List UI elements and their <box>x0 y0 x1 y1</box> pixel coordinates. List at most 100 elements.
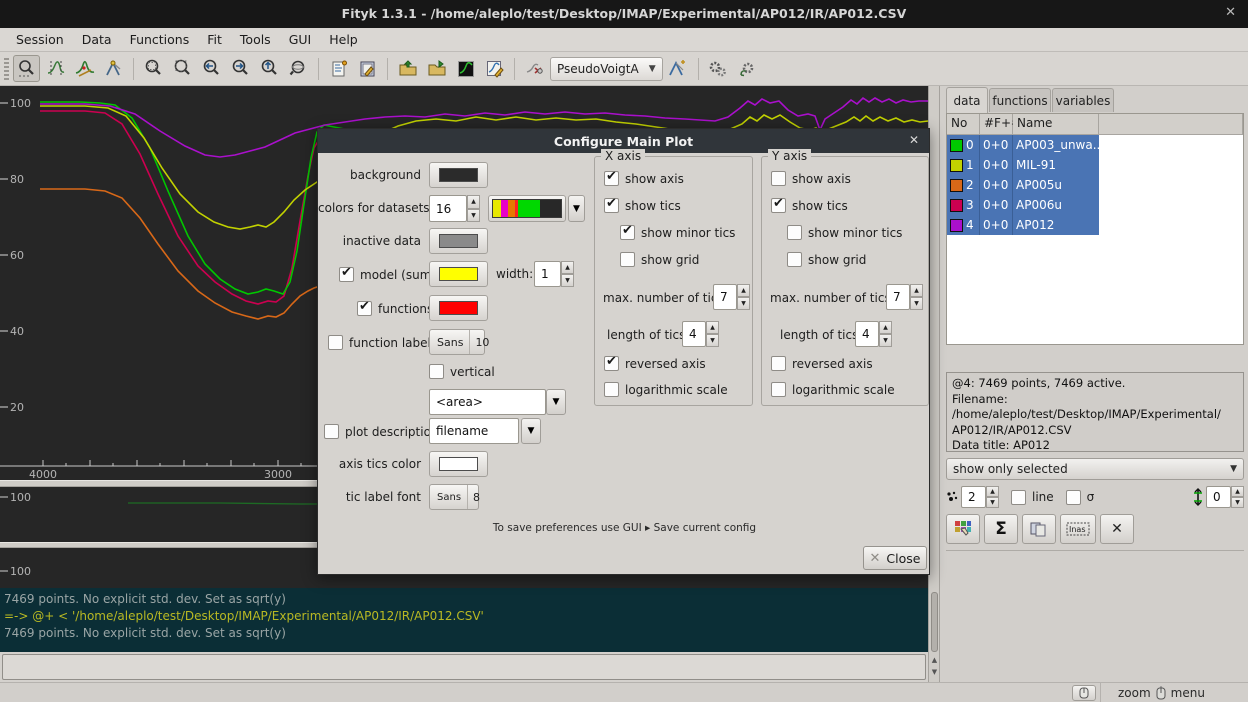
tic-label-font-button[interactable]: Sans 8 <box>429 484 479 510</box>
palette-preview-button[interactable] <box>488 195 566 222</box>
x-max-tics-spinner[interactable]: ▲▼ <box>737 284 750 310</box>
menu-functions[interactable]: Functions <box>122 29 198 50</box>
window-titlebar[interactable]: Fityk 1.3.1 - /home/aleplo/test/Desktop/… <box>0 0 1248 28</box>
zoom-mode-icon[interactable] <box>13 55 40 82</box>
data-transform-icon[interactable] <box>521 55 548 82</box>
x-reversed-checkbox[interactable] <box>604 356 619 371</box>
tab-variables[interactable]: variables <box>1052 88 1114 112</box>
open-session-icon[interactable] <box>394 55 421 82</box>
dialog-close-icon[interactable]: ✕ <box>909 133 919 147</box>
dataset-colors-button[interactable] <box>946 514 980 544</box>
zoom-all-icon[interactable] <box>285 55 312 82</box>
export-plot-icon[interactable] <box>481 55 508 82</box>
table-row[interactable]: 2 0+0 AP005u <box>947 175 1099 195</box>
dataset-color-chip[interactable] <box>950 219 963 232</box>
x-tic-length-spinner[interactable]: ▲▼ <box>706 321 719 347</box>
session-log-icon[interactable] <box>325 55 352 82</box>
tab-data[interactable]: data <box>946 87 988 113</box>
y-reversed-checkbox[interactable] <box>771 356 786 371</box>
menu-help[interactable]: Help <box>321 29 366 50</box>
point-size-spinner[interactable]: ▲▼ <box>986 486 999 508</box>
y-log-scale-checkbox[interactable] <box>771 382 786 397</box>
menu-session[interactable]: Session <box>8 29 72 50</box>
plot-description-dropdown-button[interactable]: ▼ <box>521 418 541 444</box>
plot-description-checkbox[interactable] <box>324 424 339 439</box>
scroll-up-icon[interactable]: ▲ <box>929 656 940 664</box>
function-labels-font-button[interactable]: Sans 10 <box>429 329 485 355</box>
menu-fit[interactable]: Fit <box>199 29 230 50</box>
plot-description-select[interactable]: filename <box>429 418 519 444</box>
model-width-spinner[interactable]: ▲▼ <box>561 261 574 287</box>
inactive-data-color-button[interactable] <box>429 228 488 254</box>
fit-run-icon[interactable] <box>705 55 732 82</box>
col-header-name[interactable]: Name <box>1013 114 1099 135</box>
dataset-colors-count-input[interactable]: 16 <box>429 195 467 222</box>
x-max-tics-input[interactable]: 7 <box>713 284 737 310</box>
add-point-mode-icon[interactable] <box>100 55 127 82</box>
zoom-prev-icon[interactable] <box>198 55 225 82</box>
data-range-mode-icon[interactable] <box>42 55 69 82</box>
tab-functions[interactable]: functions <box>989 88 1051 112</box>
y-tic-length-spinner[interactable]: ▲▼ <box>879 321 892 347</box>
col-header-no[interactable]: No <box>947 114 980 135</box>
model-color-button[interactable] <box>429 261 488 287</box>
model-sum-checkbox[interactable] <box>339 267 354 282</box>
functions-color-button[interactable] <box>429 295 488 321</box>
x-show-minor-tics-checkbox[interactable] <box>620 225 635 240</box>
x-show-grid-checkbox[interactable] <box>620 252 635 267</box>
y-max-tics-spinner[interactable]: ▲▼ <box>910 284 923 310</box>
menu-tools[interactable]: Tools <box>232 29 279 50</box>
dataset-color-chip[interactable] <box>950 139 963 152</box>
close-button[interactable]: ✕ Close <box>863 546 927 570</box>
dataset-color-chip[interactable] <box>950 199 963 212</box>
x-log-scale-checkbox[interactable] <box>604 382 619 397</box>
menu-gui[interactable]: GUI <box>281 29 320 50</box>
scroll-down-icon[interactable]: ▼ <box>929 668 940 676</box>
menu-data[interactable]: Data <box>74 29 120 50</box>
dataset-colors-count-spinner[interactable]: ▲▼ <box>467 195 480 222</box>
zoom-out-icon[interactable] <box>169 55 196 82</box>
window-close-icon[interactable]: ✕ <box>1225 5 1236 20</box>
vertical-checkbox[interactable] <box>429 364 444 379</box>
delete-dataset-button[interactable]: ✕ <box>1100 514 1134 544</box>
palette-dropdown-button[interactable]: ▼ <box>568 195 585 222</box>
sigma-checkbox[interactable] <box>1066 490 1081 505</box>
dataset-color-chip[interactable] <box>950 159 963 172</box>
table-row[interactable]: 3 0+0 AP006u <box>947 195 1099 215</box>
save-image-icon[interactable] <box>452 55 479 82</box>
zoom-next-icon[interactable] <box>227 55 254 82</box>
edit-init-icon[interactable] <box>354 55 381 82</box>
y-show-tics-checkbox[interactable] <box>771 198 786 213</box>
console-output[interactable]: 7469 points. No explicit std. dev. Set a… <box>0 588 928 652</box>
exec-script-icon[interactable] <box>423 55 450 82</box>
shift-spinner[interactable]: ▲▼ <box>1231 486 1244 508</box>
shift-input[interactable]: 0 <box>1206 486 1231 508</box>
fit-undo-icon[interactable] <box>734 55 761 82</box>
zoom-vert-icon[interactable] <box>256 55 283 82</box>
rename-button[interactable]: Inas <box>1060 514 1096 544</box>
show-filter-select[interactable]: show only selected ▼ <box>946 458 1244 480</box>
y-show-axis-checkbox[interactable] <box>771 171 786 186</box>
background-color-button[interactable] <box>429 162 488 188</box>
y-tic-length-input[interactable]: 4 <box>855 321 879 347</box>
axis-tics-color-button[interactable] <box>429 451 488 477</box>
point-size-input[interactable]: 2 <box>961 486 986 508</box>
model-width-input[interactable]: 1 <box>534 261 561 287</box>
y-show-minor-tics-checkbox[interactable] <box>787 225 802 240</box>
y-max-tics-input[interactable]: 7 <box>886 284 910 310</box>
zoom-in-icon[interactable] <box>140 55 167 82</box>
function-labels-checkbox[interactable] <box>328 335 343 350</box>
sum-button[interactable]: Σ <box>984 514 1018 544</box>
function-type-select[interactable]: PseudoVoigtA ▼ <box>550 57 663 81</box>
line-checkbox[interactable] <box>1011 490 1026 505</box>
add-peak-mode-icon[interactable] <box>71 55 98 82</box>
x-show-axis-checkbox[interactable] <box>604 171 619 186</box>
label-content-select[interactable]: <area> <box>429 389 546 415</box>
command-input[interactable] <box>2 654 926 680</box>
functions-checkbox[interactable] <box>357 301 372 316</box>
table-row[interactable]: 0 0+0 AP003_unwa... <box>947 135 1099 155</box>
x-show-tics-checkbox[interactable] <box>604 198 619 213</box>
copy-data-button[interactable] <box>1022 514 1056 544</box>
dataset-color-chip[interactable] <box>950 179 963 192</box>
y-show-grid-checkbox[interactable] <box>787 252 802 267</box>
